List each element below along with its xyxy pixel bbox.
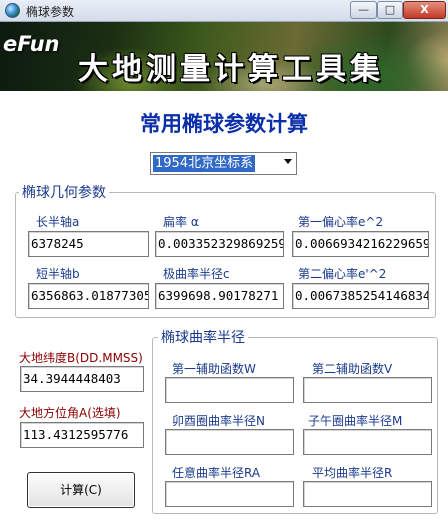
banner: eFun 大地测量计算工具集 xyxy=(0,22,448,91)
flattening-field[interactable]: 0.0033523298692591 xyxy=(155,231,284,257)
aux-function-v-label: 第二辅助函数V xyxy=(312,362,393,376)
ellipsoid-select[interactable]: 1954北京坐标系 xyxy=(150,152,297,175)
page-title: 常用椭球参数计算 xyxy=(140,112,308,136)
aux-function-w-field[interactable] xyxy=(165,377,294,403)
first-eccentricity-label: 第一偏心率e^2 xyxy=(298,215,384,229)
aux-function-w-label: 第一辅助函数W xyxy=(172,362,256,376)
globe-icon xyxy=(5,3,20,18)
chevron-down-icon[interactable] xyxy=(284,159,292,164)
window-title: 椭球参数 xyxy=(26,5,75,19)
curvature-group-legend: 椭球曲率半径 xyxy=(158,327,248,347)
azimuth-input[interactable]: 113.4312595776 xyxy=(20,422,144,448)
minimize-button[interactable]: — xyxy=(350,1,377,19)
arbitrary-radius-label: 任意曲率半径RA xyxy=(172,466,261,480)
second-eccentricity-field[interactable]: 0.00673852541468347 xyxy=(292,283,429,309)
polar-radius-field[interactable]: 6399698.90178271 xyxy=(155,283,284,309)
flattening-label: 扁率 α xyxy=(163,215,199,229)
mean-radius-field[interactable] xyxy=(303,481,432,507)
meridian-radius-field[interactable] xyxy=(303,429,432,455)
semi-major-axis-label: 长半轴a xyxy=(36,215,80,229)
aux-function-v-field[interactable] xyxy=(303,377,432,403)
semi-minor-axis-field[interactable]: 6356863.01877305 xyxy=(28,283,149,309)
prime-vertical-radius-label: 卯酉圈曲率半径N xyxy=(172,414,265,428)
brand-logo: eFun xyxy=(3,32,60,56)
polar-radius-label: 极曲率半径c xyxy=(163,267,230,281)
latitude-label: 大地纬度B(DD.MMSS) xyxy=(19,351,143,365)
maximize-button[interactable]: □ xyxy=(377,1,403,19)
title-bar: 椭球参数 — □ X xyxy=(0,0,448,22)
first-eccentricity-field[interactable]: 0.00669342162296594 xyxy=(292,231,429,257)
arbitrary-radius-field[interactable] xyxy=(165,481,294,507)
calculate-button[interactable]: 计算(C) xyxy=(27,472,135,508)
mean-radius-label: 平均曲率半径R xyxy=(312,466,393,480)
semi-major-axis-field[interactable]: 6378245 xyxy=(28,231,149,257)
banner-title: 大地测量计算工具集 xyxy=(78,52,384,87)
close-button[interactable]: X xyxy=(403,1,446,19)
meridian-radius-label: 子午圈曲率半径M xyxy=(308,414,403,428)
azimuth-label: 大地方位角A(选填) xyxy=(19,406,121,420)
geometry-group-legend: 椭球几何参数 xyxy=(19,182,109,202)
ellipsoid-select-value: 1954北京坐标系 xyxy=(153,155,256,172)
semi-minor-axis-label: 短半轴b xyxy=(36,267,80,281)
prime-vertical-radius-field[interactable] xyxy=(165,429,294,455)
latitude-input[interactable]: 34.3944448403 xyxy=(20,366,144,392)
second-eccentricity-label: 第二偏心率e'^2 xyxy=(298,267,387,281)
